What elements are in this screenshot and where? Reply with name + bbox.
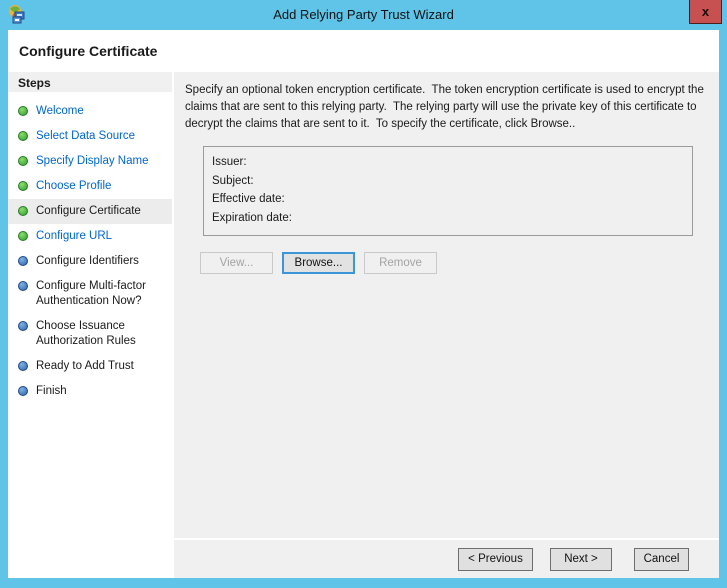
step-status-icon [18,106,28,116]
next-button[interactable]: Next > [550,547,612,571]
step-choose-issuance-rules: Choose Issuance Authorization Rules [8,314,172,354]
step-finish: Finish [8,379,172,404]
page-title: Configure Certificate [19,43,158,59]
certificate-actions: View... Browse... Remove [200,252,705,274]
steps-sidebar: Steps Welcome Select Data Source Specify… [8,72,172,578]
close-icon: x [701,3,710,19]
step-status-icon [18,256,28,266]
step-select-data-source: Select Data Source [8,124,172,149]
window-title: Add Relying Party Trust Wizard [273,7,454,22]
step-welcome: Welcome [8,99,172,124]
step-status-icon [18,156,28,166]
steps-list: Welcome Select Data Source Specify Displ… [8,92,172,404]
step-status-icon [18,386,28,396]
step-status-icon [18,321,28,331]
wizard-page-content: Specify an optional token encryption cer… [174,72,719,538]
step-status-icon [18,131,28,141]
step-specify-display-name: Specify Display Name [8,149,172,174]
previous-button[interactable]: < Previous [458,547,533,571]
step-status-icon [18,281,28,291]
subject-label: Subject: [212,174,254,187]
page-description: Specify an optional token encryption cer… [185,84,708,130]
wizard-window: Add Relying Party Trust Wizard x Configu… [0,0,727,588]
step-configure-url: Configure URL [8,224,172,249]
certificate-details-box: Issuer: Subject: Effective date: Expirat… [203,146,693,236]
step-configure-certificate: Configure Certificate [8,199,172,224]
step-ready-to-add-trust: Ready to Add Trust [8,354,172,379]
effective-date-label: Effective date: [212,193,285,205]
step-status-icon [18,206,28,216]
page-header: Configure Certificate [8,30,719,72]
step-status-icon [18,181,28,191]
browse-button[interactable]: Browse... [282,252,355,274]
cancel-button[interactable]: Cancel [634,547,689,571]
step-status-icon [18,231,28,241]
step-status-icon [18,361,28,371]
step-choose-profile: Choose Profile [8,174,172,199]
wizard-nav-footer: < Previous Next > Cancel [174,540,719,578]
step-configure-identifiers: Configure Identifiers [8,249,172,274]
wizard-icon [7,4,27,24]
titlebar[interactable]: Add Relying Party Trust Wizard x [0,0,727,30]
issuer-label: Issuer: [212,156,247,168]
wizard-dialog: Configure Certificate Steps Welcome Sele… [8,30,719,578]
step-configure-multi-factor: Configure Multi-factor Authentication No… [8,274,172,314]
close-button[interactable]: x [689,0,722,24]
remove-button[interactable]: Remove [364,252,437,274]
expiration-date-label: Expiration date: [212,211,292,224]
view-button[interactable]: View... [200,252,273,274]
steps-heading: Steps [8,72,172,92]
